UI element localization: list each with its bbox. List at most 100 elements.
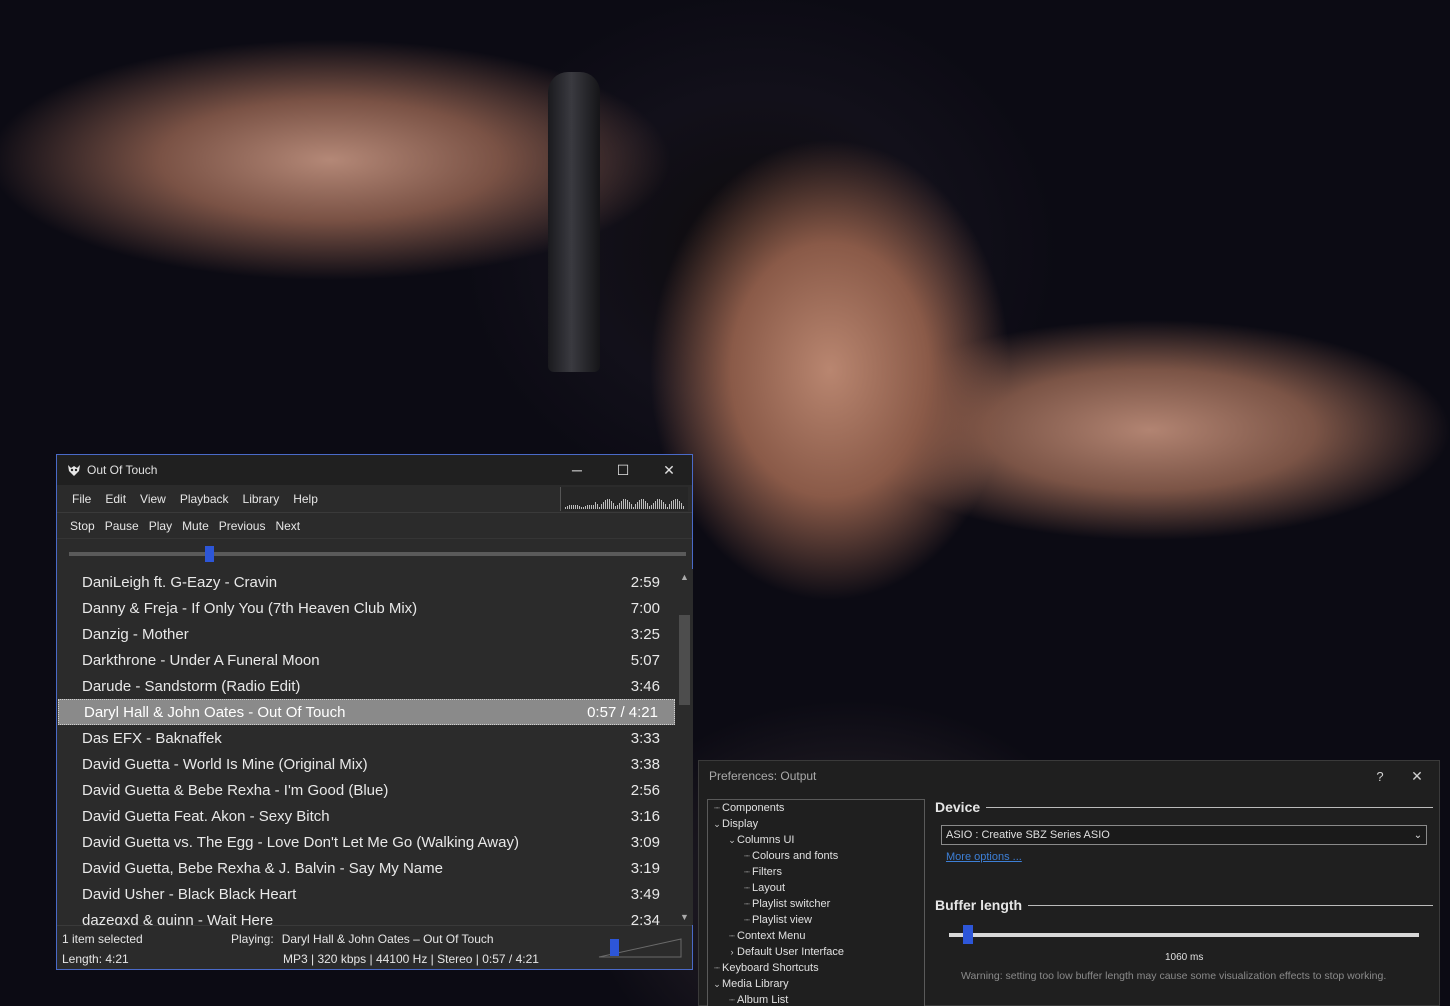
next-button[interactable]: Next xyxy=(270,519,305,533)
volume-slider[interactable] xyxy=(597,936,683,958)
tree-expander-icon[interactable]: ⌄ xyxy=(712,976,722,992)
spectrum-bar xyxy=(665,504,666,509)
tree-item[interactable]: › Default User Interface xyxy=(708,944,924,960)
status-length: Length: 4:21 xyxy=(62,952,129,966)
spectrum-bar xyxy=(597,504,598,509)
playlist-row[interactable]: David Guetta - World Is Mine (Original M… xyxy=(57,751,676,777)
tree-item[interactable]: ⌄Columns UI xyxy=(708,832,924,848)
track-title: David Guetta Feat. Akon - Sexy Bitch xyxy=(82,807,330,825)
spectrum-bar xyxy=(659,499,660,509)
prefs-titlebar[interactable]: Preferences: Output ? ✕ xyxy=(699,761,1439,791)
volume-thumb[interactable] xyxy=(609,939,619,956)
playlist-row[interactable]: Darude - Sandstorm (Radio Edit) 3:46 xyxy=(57,673,676,699)
help-icon[interactable]: ? xyxy=(1365,769,1395,784)
tree-item[interactable]: ┈ Album List xyxy=(708,992,924,1006)
tree-item[interactable]: ┈ Layout xyxy=(708,880,924,896)
tree-item[interactable]: ┈ Keyboard Shortcuts xyxy=(708,960,924,976)
previous-button[interactable]: Previous xyxy=(214,519,271,533)
spectrum-bar xyxy=(629,502,630,509)
buffer-value: 1060 ms xyxy=(1165,952,1204,963)
tree-item[interactable]: ┈ Colours and fonts xyxy=(708,848,924,864)
tree-connector: ┈ xyxy=(714,963,720,973)
playlist-row[interactable]: David Guetta, Bebe Rexha & J. Balvin - S… xyxy=(57,855,676,881)
track-title: dazegxd & quinn - Wait Here xyxy=(82,911,274,926)
menu-library[interactable]: Library xyxy=(236,492,287,506)
track-title: DaniLeigh ft. G-Eazy - Cravin xyxy=(82,573,278,591)
stop-button[interactable]: Stop xyxy=(57,519,100,533)
menu-edit[interactable]: Edit xyxy=(98,492,133,506)
seek-track[interactable] xyxy=(69,552,686,556)
track-title: Danny & Freja - If Only You (7th Heaven … xyxy=(82,599,418,617)
playlist-row[interactable]: David Guetta vs. The Egg - Love Don't Le… xyxy=(57,829,676,855)
close-icon[interactable]: ✕ xyxy=(1395,768,1439,785)
spectrum-bar xyxy=(653,503,654,509)
scroll-thumb[interactable] xyxy=(679,615,690,705)
menu-playback[interactable]: Playback xyxy=(173,492,236,506)
spectrum-bar xyxy=(633,507,634,509)
tree-item[interactable]: ┈ Playlist switcher xyxy=(708,896,924,912)
playlist-row[interactable]: Darkthrone - Under A Funeral Moon 5:07 xyxy=(57,647,676,673)
spectrum-bar xyxy=(589,505,590,509)
device-dropdown[interactable]: ASIO : Creative SBZ Series ASIO ⌄ xyxy=(941,825,1427,845)
tree-item-label: Components xyxy=(722,802,785,814)
buffer-slider-thumb[interactable] xyxy=(962,925,973,944)
player-titlebar[interactable]: Out Of Touch ─ ☐ ✕ xyxy=(57,455,692,485)
menu-help[interactable]: Help xyxy=(286,492,325,506)
track-title: David Guetta vs. The Egg - Love Don't Le… xyxy=(82,833,519,851)
playlist-row[interactable]: Danny & Freja - If Only You (7th Heaven … xyxy=(57,595,676,621)
spectrum-bar xyxy=(621,501,622,509)
status-format: MP3 | 320 kbps | 44100 Hz | Stereo | 0:5… xyxy=(283,952,539,966)
buffer-slider-track[interactable] xyxy=(949,933,1419,937)
spectrum-bar xyxy=(673,500,674,509)
playlist-row[interactable]: David Guetta Feat. Akon - Sexy Bitch 3:16 xyxy=(57,803,676,829)
more-options-link[interactable]: More options ... xyxy=(946,851,1022,863)
tree-item[interactable]: ┈ Components xyxy=(708,800,924,816)
seek-thumb[interactable] xyxy=(204,546,214,562)
buffer-warning: Warning: setting too low buffer length m… xyxy=(961,970,1387,982)
section-divider xyxy=(986,806,1433,808)
menu-file[interactable]: File xyxy=(57,492,98,506)
playlist-row[interactable]: dazegxd & quinn - Wait Here 2:34 xyxy=(57,907,676,926)
spectrum-bar xyxy=(579,506,580,509)
tree-item[interactable]: ⌄Display xyxy=(708,816,924,832)
track-length: 3:33 xyxy=(630,729,660,747)
spectrum-visualizer[interactable] xyxy=(560,487,688,511)
playlist-row[interactable]: DaniLeigh ft. G-Eazy - Cravin 2:59 xyxy=(57,569,676,595)
maximize-icon[interactable]: ☐ xyxy=(600,455,646,485)
playlist-row[interactable]: Das EFX - Baknaffek 3:33 xyxy=(57,725,676,751)
minimize-icon[interactable]: ─ xyxy=(554,455,600,485)
tree-connector: ┈ xyxy=(744,883,750,893)
spectrum-bar xyxy=(585,506,586,509)
mute-button[interactable]: Mute xyxy=(177,519,214,533)
playlist-row[interactable]: David Usher - Black Black Heart 3:49 xyxy=(57,881,676,907)
scroll-down-icon[interactable]: ▼ xyxy=(676,909,693,925)
scroll-up-icon[interactable]: ▲ xyxy=(676,569,693,585)
track-title: David Guetta, Bebe Rexha & J. Balvin - S… xyxy=(82,859,443,877)
spectrum-bar xyxy=(605,500,606,509)
tree-expander-icon[interactable]: ⌄ xyxy=(727,832,737,848)
track-length: 7:00 xyxy=(630,599,660,617)
spectrum-bar xyxy=(593,505,594,509)
spectrum-bar xyxy=(681,503,682,509)
pause-button[interactable]: Pause xyxy=(100,519,144,533)
track-length: 2:34 xyxy=(630,911,660,926)
playlist-view[interactable]: DaniLeigh ft. G-Eazy - Cravin 2:59 Danny &… xyxy=(57,569,676,925)
playlist-row[interactable]: Danzig - Mother 3:25 xyxy=(57,621,676,647)
playlist-scrollbar[interactable]: ▲ ▼ xyxy=(676,569,693,925)
preferences-tree[interactable]: ┈ Components ⌄Display ⌄Columns UI ┈ Colours a… xyxy=(707,799,925,1006)
seekbar[interactable] xyxy=(57,539,692,569)
tree-item[interactable]: ┈ Context Menu xyxy=(708,928,924,944)
playlist-row[interactable]: David Guetta & Bebe Rexha - I'm Good (Bl… xyxy=(57,777,676,803)
play-button[interactable]: Play xyxy=(144,519,177,533)
close-icon[interactable]: ✕ xyxy=(646,455,692,485)
menu-view[interactable]: View xyxy=(133,492,173,506)
playlist-row-playing[interactable]: Daryl Hall & John Oates - Out Of Touch 0:… xyxy=(58,699,675,725)
spectrum-bar xyxy=(671,501,672,509)
tree-expander-icon[interactable]: ⌄ xyxy=(712,816,722,832)
spectrum-bar xyxy=(655,501,656,509)
tree-item[interactable]: ⌄Media Library xyxy=(708,976,924,992)
spectrum-bar xyxy=(635,504,636,509)
tree-expander-icon[interactable]: › xyxy=(727,944,737,960)
tree-item[interactable]: ┈ Filters xyxy=(708,864,924,880)
tree-item[interactable]: ┈ Playlist view xyxy=(708,912,924,928)
